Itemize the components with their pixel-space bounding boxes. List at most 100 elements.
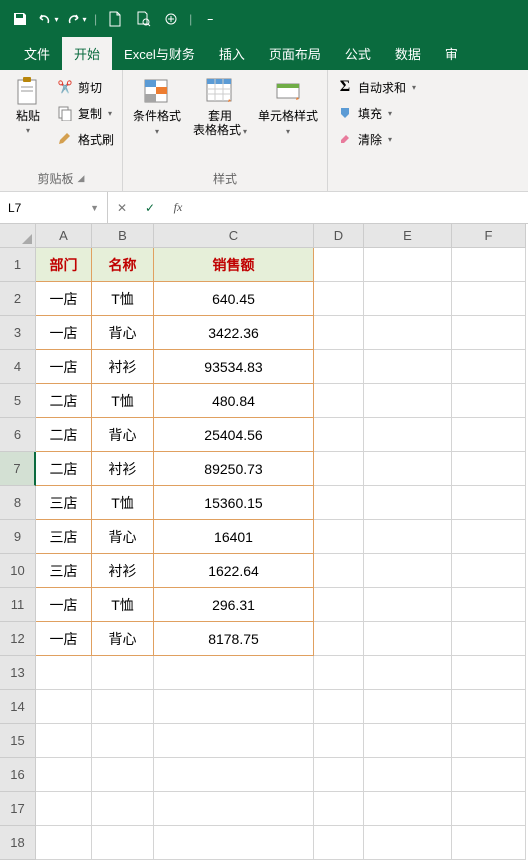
new-file-icon[interactable] bbox=[103, 7, 127, 31]
cell-B11[interactable]: T恤 bbox=[92, 588, 154, 622]
cell-D12[interactable] bbox=[314, 622, 364, 656]
cell-C6[interactable]: 25404.56 bbox=[154, 418, 314, 452]
cell-C1[interactable]: 销售额 bbox=[154, 248, 314, 282]
cell-A8[interactable]: 三店 bbox=[36, 486, 92, 520]
row-header-17[interactable]: 17 bbox=[0, 792, 36, 826]
cell-B9[interactable]: 背心 bbox=[92, 520, 154, 554]
cell-F18[interactable] bbox=[452, 826, 526, 860]
row-header-10[interactable]: 10 bbox=[0, 554, 36, 588]
row-header-15[interactable]: 15 bbox=[0, 724, 36, 758]
cell-F15[interactable] bbox=[452, 724, 526, 758]
tab-3[interactable]: 插入 bbox=[207, 37, 257, 70]
cell-C9[interactable]: 16401 bbox=[154, 520, 314, 554]
cell-A1[interactable]: 部门 bbox=[36, 248, 92, 282]
cell-E11[interactable] bbox=[364, 588, 452, 622]
cell-E3[interactable] bbox=[364, 316, 452, 350]
cell-E5[interactable] bbox=[364, 384, 452, 418]
tab-4[interactable]: 页面布局 bbox=[257, 37, 333, 70]
cell-B7[interactable]: 衬衫 bbox=[92, 452, 154, 486]
cell-E10[interactable] bbox=[364, 554, 452, 588]
redo-icon[interactable]: ▾ bbox=[64, 7, 88, 31]
cell-D4[interactable] bbox=[314, 350, 364, 384]
row-header-6[interactable]: 6 bbox=[0, 418, 36, 452]
cell-A10[interactable]: 三店 bbox=[36, 554, 92, 588]
cell-F14[interactable] bbox=[452, 690, 526, 724]
cell-A18[interactable] bbox=[36, 826, 92, 860]
cell-F8[interactable] bbox=[452, 486, 526, 520]
cell-F16[interactable] bbox=[452, 758, 526, 792]
cell-E2[interactable] bbox=[364, 282, 452, 316]
cell-B2[interactable]: T恤 bbox=[92, 282, 154, 316]
row-header-14[interactable]: 14 bbox=[0, 690, 36, 724]
cell-E1[interactable] bbox=[364, 248, 452, 282]
paste-button[interactable]: 粘贴 ▾ bbox=[6, 74, 50, 137]
cell-D6[interactable] bbox=[314, 418, 364, 452]
tab-1[interactable]: 开始 bbox=[62, 37, 112, 70]
tab-6[interactable]: 数据 bbox=[383, 37, 433, 70]
cell-B16[interactable] bbox=[92, 758, 154, 792]
customize-qat-icon[interactable]: ⎯ bbox=[198, 7, 222, 31]
cell-A7[interactable]: 二店 bbox=[36, 452, 92, 486]
cell-D17[interactable] bbox=[314, 792, 364, 826]
cell-E16[interactable] bbox=[364, 758, 452, 792]
cell-C5[interactable]: 480.84 bbox=[154, 384, 314, 418]
name-box[interactable]: L7▼ bbox=[0, 192, 108, 223]
cell-D9[interactable] bbox=[314, 520, 364, 554]
cell-F11[interactable] bbox=[452, 588, 526, 622]
cell-A13[interactable] bbox=[36, 656, 92, 690]
tab-5[interactable]: 公式 bbox=[333, 37, 383, 70]
cell-A16[interactable] bbox=[36, 758, 92, 792]
row-header-16[interactable]: 16 bbox=[0, 758, 36, 792]
cell-C17[interactable] bbox=[154, 792, 314, 826]
col-header-B[interactable]: B bbox=[92, 224, 154, 248]
cell-E4[interactable] bbox=[364, 350, 452, 384]
cell-A6[interactable]: 二店 bbox=[36, 418, 92, 452]
cell-F10[interactable] bbox=[452, 554, 526, 588]
cell-D3[interactable] bbox=[314, 316, 364, 350]
cell-F6[interactable] bbox=[452, 418, 526, 452]
conditional-format-button[interactable]: 条件格式▾ bbox=[129, 74, 185, 140]
cell-style-button[interactable]: 单元格样式▾ bbox=[255, 74, 321, 140]
cell-F2[interactable] bbox=[452, 282, 526, 316]
fill-button[interactable]: 填充▾ bbox=[334, 100, 418, 126]
save-icon[interactable] bbox=[8, 7, 32, 31]
col-header-E[interactable]: E bbox=[364, 224, 452, 248]
cell-A5[interactable]: 二店 bbox=[36, 384, 92, 418]
print-preview-icon[interactable] bbox=[131, 7, 155, 31]
cell-F3[interactable] bbox=[452, 316, 526, 350]
cell-B12[interactable]: 背心 bbox=[92, 622, 154, 656]
cell-D18[interactable] bbox=[314, 826, 364, 860]
dialog-launcher-icon[interactable]: ◢ bbox=[78, 173, 85, 184]
cell-D10[interactable] bbox=[314, 554, 364, 588]
cell-E7[interactable] bbox=[364, 452, 452, 486]
row-header-8[interactable]: 8 bbox=[0, 486, 36, 520]
copy-button[interactable]: 复制▾ bbox=[54, 100, 116, 126]
cut-button[interactable]: ✂️剪切 bbox=[54, 74, 116, 100]
cell-C10[interactable]: 1622.64 bbox=[154, 554, 314, 588]
cell-E15[interactable] bbox=[364, 724, 452, 758]
cell-D5[interactable] bbox=[314, 384, 364, 418]
cell-F17[interactable] bbox=[452, 792, 526, 826]
cell-B18[interactable] bbox=[92, 826, 154, 860]
cell-E12[interactable] bbox=[364, 622, 452, 656]
cell-E14[interactable] bbox=[364, 690, 452, 724]
cell-E6[interactable] bbox=[364, 418, 452, 452]
addin-icon[interactable] bbox=[159, 7, 183, 31]
cell-D1[interactable] bbox=[314, 248, 364, 282]
cell-C4[interactable]: 93534.83 bbox=[154, 350, 314, 384]
cell-A3[interactable]: 一店 bbox=[36, 316, 92, 350]
tab-0[interactable]: 文件 bbox=[12, 37, 62, 70]
cell-B17[interactable] bbox=[92, 792, 154, 826]
cancel-formula-button[interactable]: ✕ bbox=[108, 201, 136, 215]
row-header-1[interactable]: 1 bbox=[0, 248, 36, 282]
cell-C2[interactable]: 640.45 bbox=[154, 282, 314, 316]
cell-C13[interactable] bbox=[154, 656, 314, 690]
autosum-button[interactable]: Σ自动求和▾ bbox=[334, 74, 418, 100]
cell-F13[interactable] bbox=[452, 656, 526, 690]
cell-E8[interactable] bbox=[364, 486, 452, 520]
cell-B10[interactable]: 衬衫 bbox=[92, 554, 154, 588]
tab-2[interactable]: Excel与财务 bbox=[112, 37, 207, 70]
cell-F12[interactable] bbox=[452, 622, 526, 656]
row-header-7[interactable]: 7 bbox=[0, 452, 36, 486]
cell-A4[interactable]: 一店 bbox=[36, 350, 92, 384]
